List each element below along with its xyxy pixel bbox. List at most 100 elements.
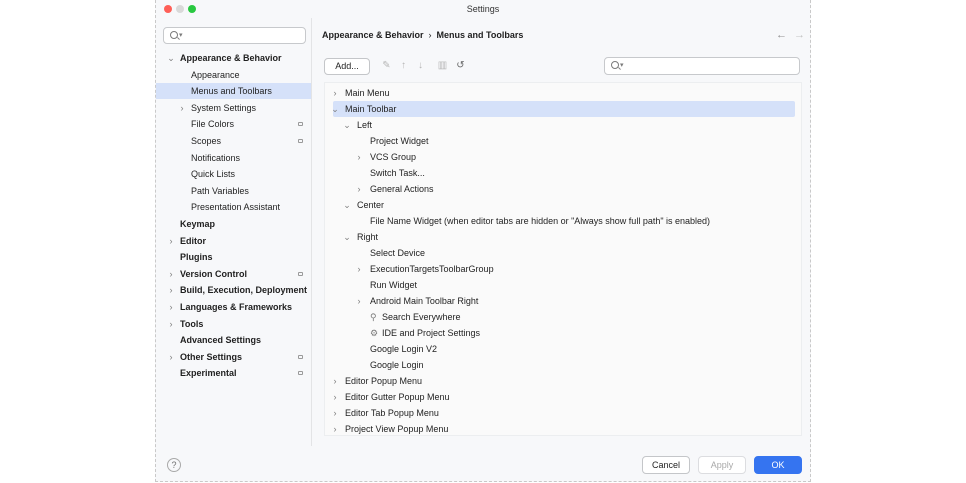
chevron-down-icon[interactable]: ⌄ (166, 50, 176, 66)
project-level-icon (298, 122, 303, 127)
sidebar-item-label: Languages & Frameworks (180, 302, 293, 312)
tree-row[interactable]: Project Widget (325, 133, 801, 149)
sidebar-item-label: Scopes (191, 136, 222, 146)
sidebar-item-label: Editor (180, 235, 206, 246)
chevron-right-icon[interactable]: › (330, 85, 340, 101)
tree-row[interactable]: Google Login V2 (325, 341, 801, 357)
tree-row[interactable]: › Editor Popup Menu (325, 373, 801, 389)
chevron-right-icon[interactable]: › (330, 373, 340, 389)
back-arrow-icon[interactable]: ← (776, 29, 787, 41)
sidebar-item[interactable]: Keymap (156, 216, 311, 232)
tree-row[interactable]: Switch Task... (325, 165, 801, 181)
project-level-icon (298, 139, 303, 143)
tree-row[interactable]: › Editor Tab Popup Menu (325, 405, 801, 421)
chevron-right-icon[interactable]: › (166, 299, 176, 315)
tree-row[interactable]: Select Device (325, 245, 801, 261)
sidebar-item[interactable]: › Version Control (156, 266, 311, 282)
sidebar-item[interactable]: › Other Settings (156, 349, 311, 365)
restore-icon[interactable]: ↺ (455, 60, 466, 72)
chevron-right-icon[interactable]: › (354, 149, 364, 165)
tree-row[interactable]: File Name Widget (when editor tabs are h… (325, 213, 801, 229)
tree-row-label: Left (357, 120, 373, 130)
tree-row-label: Main Menu (345, 88, 390, 98)
chevron-down-icon[interactable]: ⌄ (342, 229, 352, 245)
tree-row-label: Search Everywhere (382, 312, 461, 322)
sidebar-item-label: Path Variables (191, 185, 249, 196)
forward-arrow-icon[interactable]: → (794, 29, 805, 41)
sidebar-item[interactable]: Plugins (156, 249, 311, 265)
tree-row[interactable]: › ExecutionTargetsToolbarGroup (325, 261, 801, 277)
help-button[interactable]: ? (167, 458, 181, 472)
project-level-icon (298, 371, 303, 376)
breadcrumb-parent[interactable]: Appearance & Behavior (322, 30, 424, 40)
tree-row[interactable]: Google Login (325, 357, 801, 373)
sidebar-item[interactable]: › System Settings (156, 100, 311, 116)
window-title: Settings (466, 4, 500, 14)
tree-row[interactable]: ⚲ Search Everywhere (325, 309, 801, 325)
tree-row-label: Google Login V2 (370, 344, 438, 354)
chevron-right-icon[interactable]: › (354, 293, 364, 309)
move-up-icon[interactable]: ↑ (398, 60, 409, 72)
sidebar-item[interactable]: ⌄ Appearance & Behavior (156, 50, 311, 66)
menus-toolbars-tree[interactable]: › Main Menu ⌄ Main Toolbar ⌄ Left Project Widg… (324, 82, 802, 436)
cancel-button[interactable]: Cancel (642, 456, 690, 474)
chevron-right-icon[interactable]: › (166, 349, 176, 365)
sidebar-item[interactable]: Quick Lists (156, 166, 311, 182)
tree-row[interactable]: ⌄ Right (325, 229, 801, 245)
sidebar-item[interactable]: Appearance (156, 67, 311, 83)
sidebar-item-label: System Settings (191, 102, 257, 113)
tree-row-label: Select Device (370, 248, 426, 258)
tree-row[interactable]: › General Actions (325, 181, 801, 197)
sidebar-item[interactable]: › Build, Execution, Deployment (156, 282, 311, 298)
chevron-right-icon[interactable]: › (330, 389, 340, 405)
delete-icon[interactable]: ▥ (437, 60, 448, 72)
tree-row-label: File Name Widget (when editor tabs are h… (370, 216, 711, 226)
sidebar-item[interactable]: Experimental (156, 365, 311, 381)
settings-window: Settings ▾ ⌄ Appearance & Behavior Appeara… (155, 0, 811, 482)
chevron-right-icon[interactable]: › (166, 282, 176, 298)
tree-search-input[interactable]: ▾ (604, 57, 800, 75)
chevron-right-icon[interactable]: › (166, 233, 176, 249)
chevron-down-icon[interactable]: ⌄ (330, 101, 340, 117)
sidebar-item[interactable]: Path Variables (156, 183, 311, 199)
breadcrumb-current: Menus and Toolbars (436, 30, 524, 40)
tree-row[interactable]: Run Widget (325, 277, 801, 293)
sidebar-search-input[interactable]: ▾ (163, 27, 306, 44)
tree-row[interactable]: ⌄ Left (325, 117, 801, 133)
sidebar-item[interactable]: › Languages & Frameworks (156, 299, 311, 315)
tree-row[interactable]: › Main Menu (325, 85, 801, 101)
chevron-right-icon[interactable]: › (330, 421, 340, 435)
tree-row[interactable]: › Editor Gutter Popup Menu (325, 389, 801, 405)
move-down-icon[interactable]: ↓ (415, 60, 426, 72)
tree-row[interactable]: › Android Main Toolbar Right (325, 293, 801, 309)
chevron-right-icon[interactable]: › (354, 261, 364, 277)
sidebar-item-label: Keymap (180, 219, 216, 229)
chevron-right-icon[interactable]: › (166, 316, 176, 332)
chevron-right-icon[interactable]: › (354, 181, 364, 197)
sidebar-item[interactable]: Advanced Settings (156, 332, 311, 348)
sidebar-item[interactable]: Presentation Assistant (156, 199, 311, 215)
tree-row-label: Editor Popup Menu (345, 376, 423, 386)
sidebar-item[interactable]: › Editor (156, 233, 311, 249)
add-button[interactable]: Add... (324, 58, 370, 75)
search-options-icon: ▾ (620, 62, 624, 69)
edit-icon[interactable]: ✎ (381, 60, 392, 72)
ok-button[interactable]: OK (754, 456, 802, 474)
tree-row[interactable]: › VCS Group (325, 149, 801, 165)
sidebar-item[interactable]: Notifications (156, 150, 311, 166)
tree-row[interactable]: ⌄ Main Toolbar (330, 101, 795, 117)
chevron-right-icon[interactable]: › (166, 266, 176, 282)
sidebar-item[interactable]: Menus and Toolbars (156, 83, 311, 100)
tree-row[interactable]: ⌄ Center (325, 197, 801, 213)
chevron-down-icon[interactable]: ⌄ (342, 117, 352, 133)
tree-row[interactable]: › Project View Popup Menu (325, 421, 801, 435)
apply-button[interactable]: Apply (698, 456, 746, 474)
chevron-right-icon[interactable]: › (177, 100, 187, 116)
chevron-right-icon[interactable]: › (330, 405, 340, 421)
sidebar-item[interactable]: › Tools (156, 316, 311, 332)
sidebar-item[interactable]: Scopes (156, 133, 311, 149)
tree-row[interactable]: ⚙ IDE and Project Settings (325, 325, 801, 341)
sidebar-item-label: File Colors (191, 119, 235, 130)
chevron-down-icon[interactable]: ⌄ (342, 197, 352, 213)
sidebar-item[interactable]: File Colors (156, 116, 311, 132)
